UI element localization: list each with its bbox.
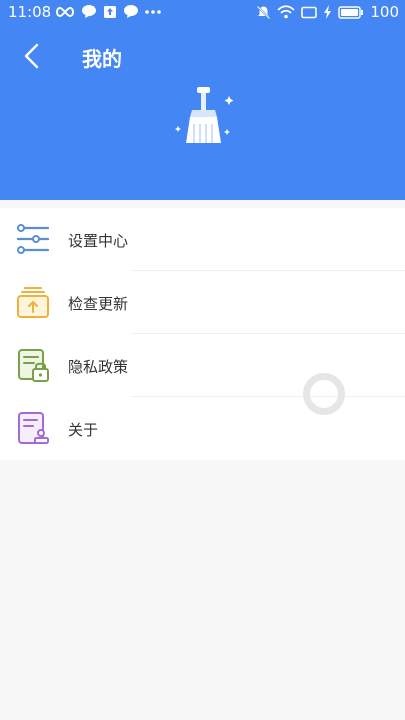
menu-list: 设置中心 检查更新 隐私政策 关于 — [0, 208, 405, 460]
upload-box-icon — [104, 5, 116, 18]
more-dots-icon — [145, 9, 161, 14]
infinity-icon — [56, 6, 74, 17]
update-box-icon — [17, 287, 49, 318]
privacy-lock-icon — [18, 349, 49, 382]
page-title: 我的 — [82, 47, 122, 71]
battery-icon — [338, 5, 364, 19]
about-document-icon — [18, 412, 49, 444]
menu-item-label: 关于 — [68, 421, 99, 439]
header: 11:08 100 我的 — [0, 0, 405, 200]
chat-bubble-icon — [82, 5, 96, 18]
menu-item-label: 检查更新 — [68, 295, 129, 313]
back-button[interactable] — [18, 42, 46, 70]
menu-item-about[interactable]: 关于 — [0, 397, 405, 460]
chevron-left-icon — [24, 43, 39, 69]
status-time: 11:08 — [8, 3, 52, 21]
loading-spinner — [303, 373, 345, 415]
menu-item-settings[interactable]: 设置中心 — [0, 208, 405, 271]
menu-item-check-update[interactable]: 检查更新 — [0, 271, 405, 334]
settings-sliders-icon — [16, 224, 50, 254]
bell-muted-icon — [257, 5, 271, 19]
menu-item-label: 设置中心 — [68, 232, 129, 250]
menu-item-label: 隐私政策 — [68, 358, 129, 376]
charging-bolt-icon — [324, 5, 332, 19]
battery-level: 100 — [370, 3, 399, 21]
wifi-icon — [277, 5, 295, 19]
screen-icon — [301, 6, 318, 18]
chat-bubble-icon — [124, 5, 138, 18]
broom-sparkle-icon — [175, 87, 234, 143]
status-bar: 11:08 100 — [0, 0, 405, 26]
